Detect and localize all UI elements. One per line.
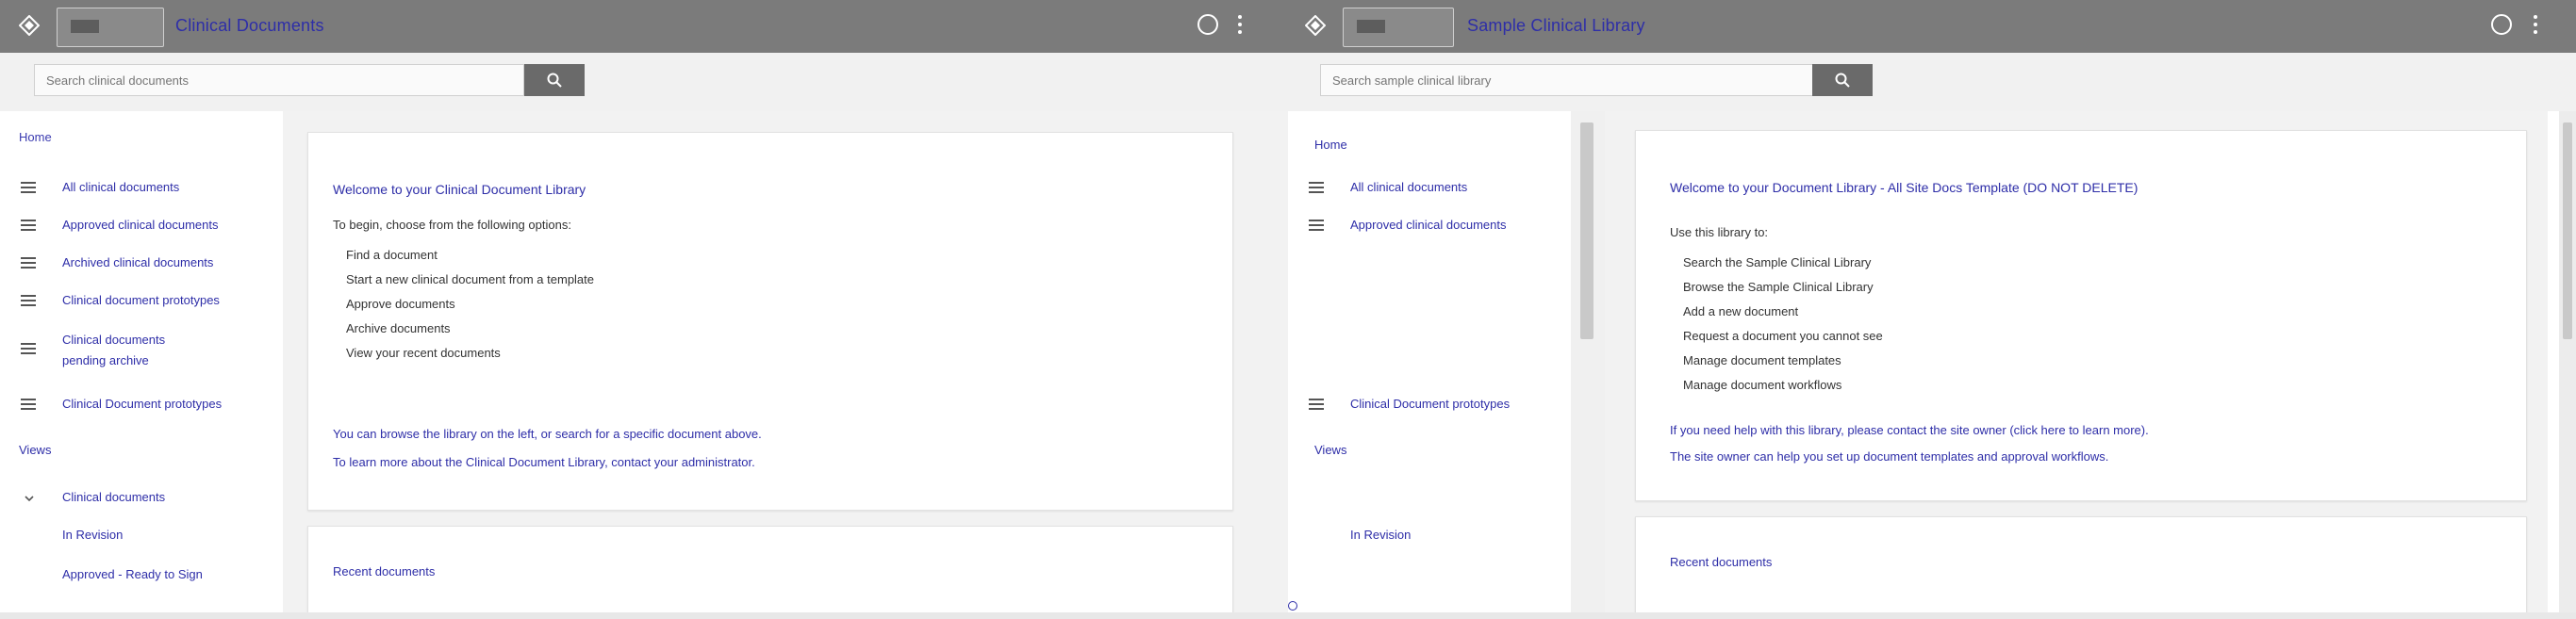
sidebar-item-label: Archived clinical documents bbox=[62, 255, 214, 269]
sidebar-item-label: Clinical documents pending archive bbox=[62, 333, 166, 367]
sidebar-group-clinical-documents[interactable]: Clinical documents bbox=[62, 490, 165, 504]
app-header: Clinical Documents bbox=[0, 0, 1288, 53]
search-input[interactable] bbox=[34, 64, 524, 96]
horizontal-scrollbar[interactable] bbox=[0, 612, 1288, 619]
welcome-card: Welcome to your Clinical Document Librar… bbox=[307, 132, 1233, 511]
recent-documents-card: Recent documents bbox=[1635, 516, 2527, 619]
chevron-down-icon[interactable] bbox=[25, 494, 34, 503]
sidebar-home-link[interactable]: Home bbox=[19, 130, 52, 144]
intro-text: Use this library to: bbox=[1670, 225, 1769, 239]
app-logo-icon[interactable] bbox=[1305, 15, 1326, 36]
list-icon bbox=[21, 343, 36, 357]
sidebar-item-pending-archive[interactable]: Clinical documents pending archive bbox=[17, 330, 206, 371]
sidebar-subitem-approved-ready[interactable]: Approved - Ready to Sign bbox=[62, 567, 203, 581]
sidebar-item-document-prototypes-2[interactable]: Clinical Document prototypes bbox=[17, 394, 262, 415]
list-icon bbox=[1309, 182, 1324, 196]
recent-documents-label[interactable]: Recent documents bbox=[333, 564, 435, 578]
sidebar-item-label: All clinical documents bbox=[62, 180, 180, 194]
search-bar bbox=[1288, 53, 2576, 111]
option-item: Add a new document bbox=[1683, 304, 1799, 318]
main-content: Welcome to your Clinical Document Librar… bbox=[283, 111, 1288, 619]
sidebar: Home All clinical documents Approved cli… bbox=[1288, 111, 1571, 619]
option-item: Browse the Sample Clinical Library bbox=[1683, 280, 1874, 294]
sidebar-item-approved-documents[interactable]: Approved clinical documents bbox=[1305, 215, 1550, 236]
sidebar-scrollbar[interactable] bbox=[1571, 111, 1605, 619]
list-icon bbox=[21, 220, 36, 234]
option-item: Archive documents bbox=[346, 321, 451, 335]
workspace-tab[interactable] bbox=[57, 8, 164, 47]
app-title: Clinical Documents bbox=[175, 16, 324, 35]
main-content: Welcome to your Document Library - All S… bbox=[1605, 111, 2548, 619]
admin-note[interactable]: To learn more about the Clinical Documen… bbox=[333, 455, 755, 469]
list-icon bbox=[21, 399, 36, 413]
sidebar-item-approved-documents[interactable]: Approved clinical documents bbox=[17, 215, 262, 236]
search-input[interactable] bbox=[1320, 64, 1829, 96]
sidebar: Home All clinical documents Approved cli… bbox=[0, 111, 283, 619]
list-icon bbox=[21, 182, 36, 196]
search-bar bbox=[0, 53, 1288, 111]
recent-documents-label[interactable]: Recent documents bbox=[1670, 555, 1772, 569]
sidebar-item-label: Clinical Document prototypes bbox=[1350, 397, 1511, 411]
sidebar-item-archived-documents[interactable]: Archived clinical documents bbox=[17, 252, 262, 273]
sidebar-home-link[interactable]: Home bbox=[1314, 138, 1347, 152]
welcome-heading: Welcome to your Clinical Document Librar… bbox=[333, 182, 586, 197]
app-header: Sample Clinical Library bbox=[1288, 0, 2576, 53]
help-icon[interactable] bbox=[1197, 14, 1218, 35]
app-title: Sample Clinical Library bbox=[1467, 16, 1645, 35]
scrollbar-thumb[interactable] bbox=[1580, 122, 1593, 339]
workspace-tab[interactable] bbox=[1343, 8, 1454, 47]
welcome-heading: Welcome to your Document Library - All S… bbox=[1670, 180, 2138, 195]
more-options-icon[interactable] bbox=[1237, 15, 1243, 36]
tab-thumbnail bbox=[1357, 20, 1385, 33]
option-item: Manage document templates bbox=[1683, 353, 1841, 367]
option-item: Manage document workflows bbox=[1683, 378, 1842, 392]
sidebar-section-views: Views bbox=[19, 443, 52, 457]
more-options-icon[interactable] bbox=[2533, 15, 2538, 36]
recent-documents-card: Recent documents bbox=[307, 526, 1233, 619]
sidebar-item-label: Approved clinical documents bbox=[62, 218, 219, 232]
horizontal-scrollbar[interactable] bbox=[1288, 612, 2576, 619]
page-scrollbar[interactable] bbox=[2559, 111, 2576, 619]
sidebar-subitem-in-revision[interactable]: In Revision bbox=[62, 528, 123, 542]
sidebar-item-document-prototypes[interactable]: Clinical Document prototypes bbox=[1305, 394, 1550, 415]
right-window: Sample Clinical Library Home All clinica… bbox=[1288, 0, 2576, 619]
search-button[interactable] bbox=[524, 64, 585, 96]
scrollbar-thumb[interactable] bbox=[2563, 122, 2572, 339]
scroll-marker bbox=[1288, 601, 1297, 611]
list-icon bbox=[1309, 399, 1324, 413]
option-item: Request a document you cannot see bbox=[1683, 329, 1883, 343]
search-button[interactable] bbox=[1812, 64, 1873, 96]
list-icon bbox=[21, 257, 36, 271]
sidebar-item-all-documents[interactable]: All clinical documents bbox=[1305, 177, 1550, 198]
help-note: You can browse the library on the left, … bbox=[333, 427, 762, 441]
option-item: Approve documents bbox=[346, 297, 455, 311]
option-item: Search the Sample Clinical Library bbox=[1683, 255, 1872, 269]
sidebar-item-label: Clinical Document prototypes bbox=[62, 397, 223, 411]
search-icon bbox=[1835, 73, 1850, 88]
search-icon bbox=[547, 73, 562, 88]
option-item: View your recent documents bbox=[346, 346, 501, 360]
option-item: Find a document bbox=[346, 248, 438, 262]
sidebar-item-label: Clinical document prototypes bbox=[62, 293, 220, 307]
sidebar-section-views: Views bbox=[1314, 443, 1347, 457]
owner-note: The site owner can help you set up docum… bbox=[1670, 449, 2109, 464]
list-icon bbox=[1309, 220, 1324, 234]
sidebar-item-label: Approved clinical documents bbox=[1350, 218, 1507, 232]
left-window: Clinical Documents Home All clinical doc… bbox=[0, 0, 1288, 619]
app-logo-icon[interactable] bbox=[19, 15, 40, 36]
list-icon bbox=[21, 295, 36, 309]
welcome-card: Welcome to your Document Library - All S… bbox=[1635, 130, 2527, 501]
tab-thumbnail bbox=[71, 20, 99, 33]
option-item: Start a new clinical document from a tem… bbox=[346, 272, 595, 286]
intro-text: To begin, choose from the following opti… bbox=[333, 218, 571, 232]
sidebar-item-label: All clinical documents bbox=[1350, 180, 1468, 194]
help-note[interactable]: If you need help with this library, plea… bbox=[1670, 423, 2149, 437]
sidebar-item-document-prototypes[interactable]: Clinical document prototypes bbox=[17, 290, 262, 311]
sidebar-item-all-documents[interactable]: All clinical documents bbox=[17, 177, 262, 198]
help-icon[interactable] bbox=[2491, 14, 2512, 35]
sidebar-subitem-in-revision[interactable]: In Revision bbox=[1350, 528, 1411, 542]
